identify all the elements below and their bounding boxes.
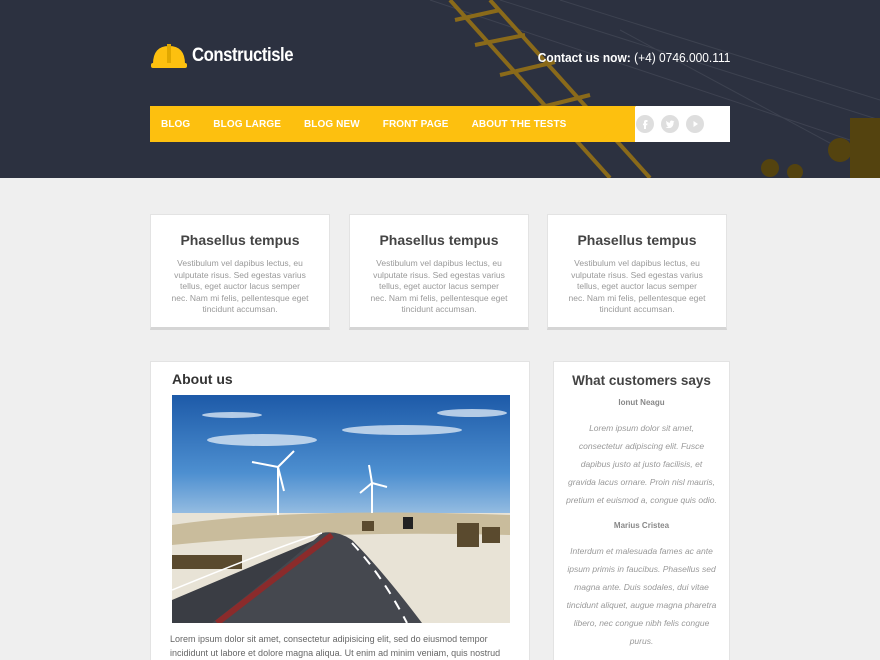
contact-phone: (+4) 0746.000.111 bbox=[633, 50, 730, 65]
testimonials-title: What customers says bbox=[572, 373, 711, 388]
nav-item-blog[interactable]: BLOG bbox=[161, 119, 190, 130]
twitter-icon[interactable] bbox=[661, 115, 679, 133]
contact-info: Contact us now: (+4) 0746.000.111 bbox=[537, 50, 730, 65]
youtube-icon[interactable] bbox=[686, 115, 704, 133]
nav-item-about-the-tests[interactable]: ABOUT THE TESTS bbox=[472, 119, 567, 130]
nav-menu: BLOG BLOG LARGE BLOG NEW FRONT PAGE ABOU… bbox=[150, 106, 589, 142]
feature-text: Vestibulum vel dapibus lectus, eu vulput… bbox=[568, 258, 706, 314]
feature-title: Phasellus tempus bbox=[180, 232, 300, 248]
about-title: About us bbox=[172, 371, 233, 387]
testimonials-section: What customers says Ionut Neagu Lorem ip… bbox=[553, 361, 730, 660]
wind-turbine-road-image bbox=[172, 395, 510, 623]
nav-item-front-page[interactable]: FRONT PAGE bbox=[383, 119, 449, 130]
testimonial-quote: Lorem ipsum dolor sit amet, consectetur … bbox=[566, 423, 717, 505]
feature-card: Phasellus tempus Vestibulum vel dapibus … bbox=[547, 214, 727, 330]
testimonial-quote: Interdum et malesuada fames ac ante ipsu… bbox=[566, 546, 717, 646]
hero-banner: Constructisle Contact us now: (+4) 0746.… bbox=[0, 0, 880, 178]
brand-name: Constructisle bbox=[192, 45, 294, 66]
feature-card: Phasellus tempus Vestibulum vel dapibus … bbox=[150, 214, 330, 330]
nav-item-blog-large[interactable]: BLOG LARGE bbox=[213, 119, 281, 130]
feature-title: Phasellus tempus bbox=[379, 232, 499, 248]
facebook-icon[interactable] bbox=[636, 115, 654, 133]
nav-slant bbox=[600, 106, 636, 142]
feature-text: Vestibulum vel dapibus lectus, eu vulput… bbox=[370, 258, 508, 314]
testimonial-author: Marius Cristea bbox=[613, 521, 670, 530]
testimonial-author: Ionut Neagu bbox=[618, 398, 665, 407]
feature-text: Vestibulum vel dapibus lectus, eu vulput… bbox=[171, 258, 309, 314]
crane-background-image bbox=[0, 0, 880, 178]
main-navigation: BLOG BLOG LARGE BLOG NEW FRONT PAGE ABOU… bbox=[150, 106, 730, 142]
about-section: About us Lorem ipsum dolor sit amet, con… bbox=[150, 361, 530, 660]
nav-item-blog-new[interactable]: BLOG NEW bbox=[304, 119, 360, 130]
feature-card: Phasellus tempus Vestibulum vel dapibus … bbox=[349, 214, 529, 330]
contact-label: Contact us now: bbox=[537, 50, 631, 65]
social-links bbox=[636, 115, 711, 133]
hard-hat-icon bbox=[151, 44, 187, 68]
feature-title: Phasellus tempus bbox=[577, 232, 697, 248]
about-text: Lorem ipsum dolor sit amet, consectetur … bbox=[170, 634, 501, 658]
brand-logo[interactable]: Constructisle bbox=[150, 40, 307, 72]
